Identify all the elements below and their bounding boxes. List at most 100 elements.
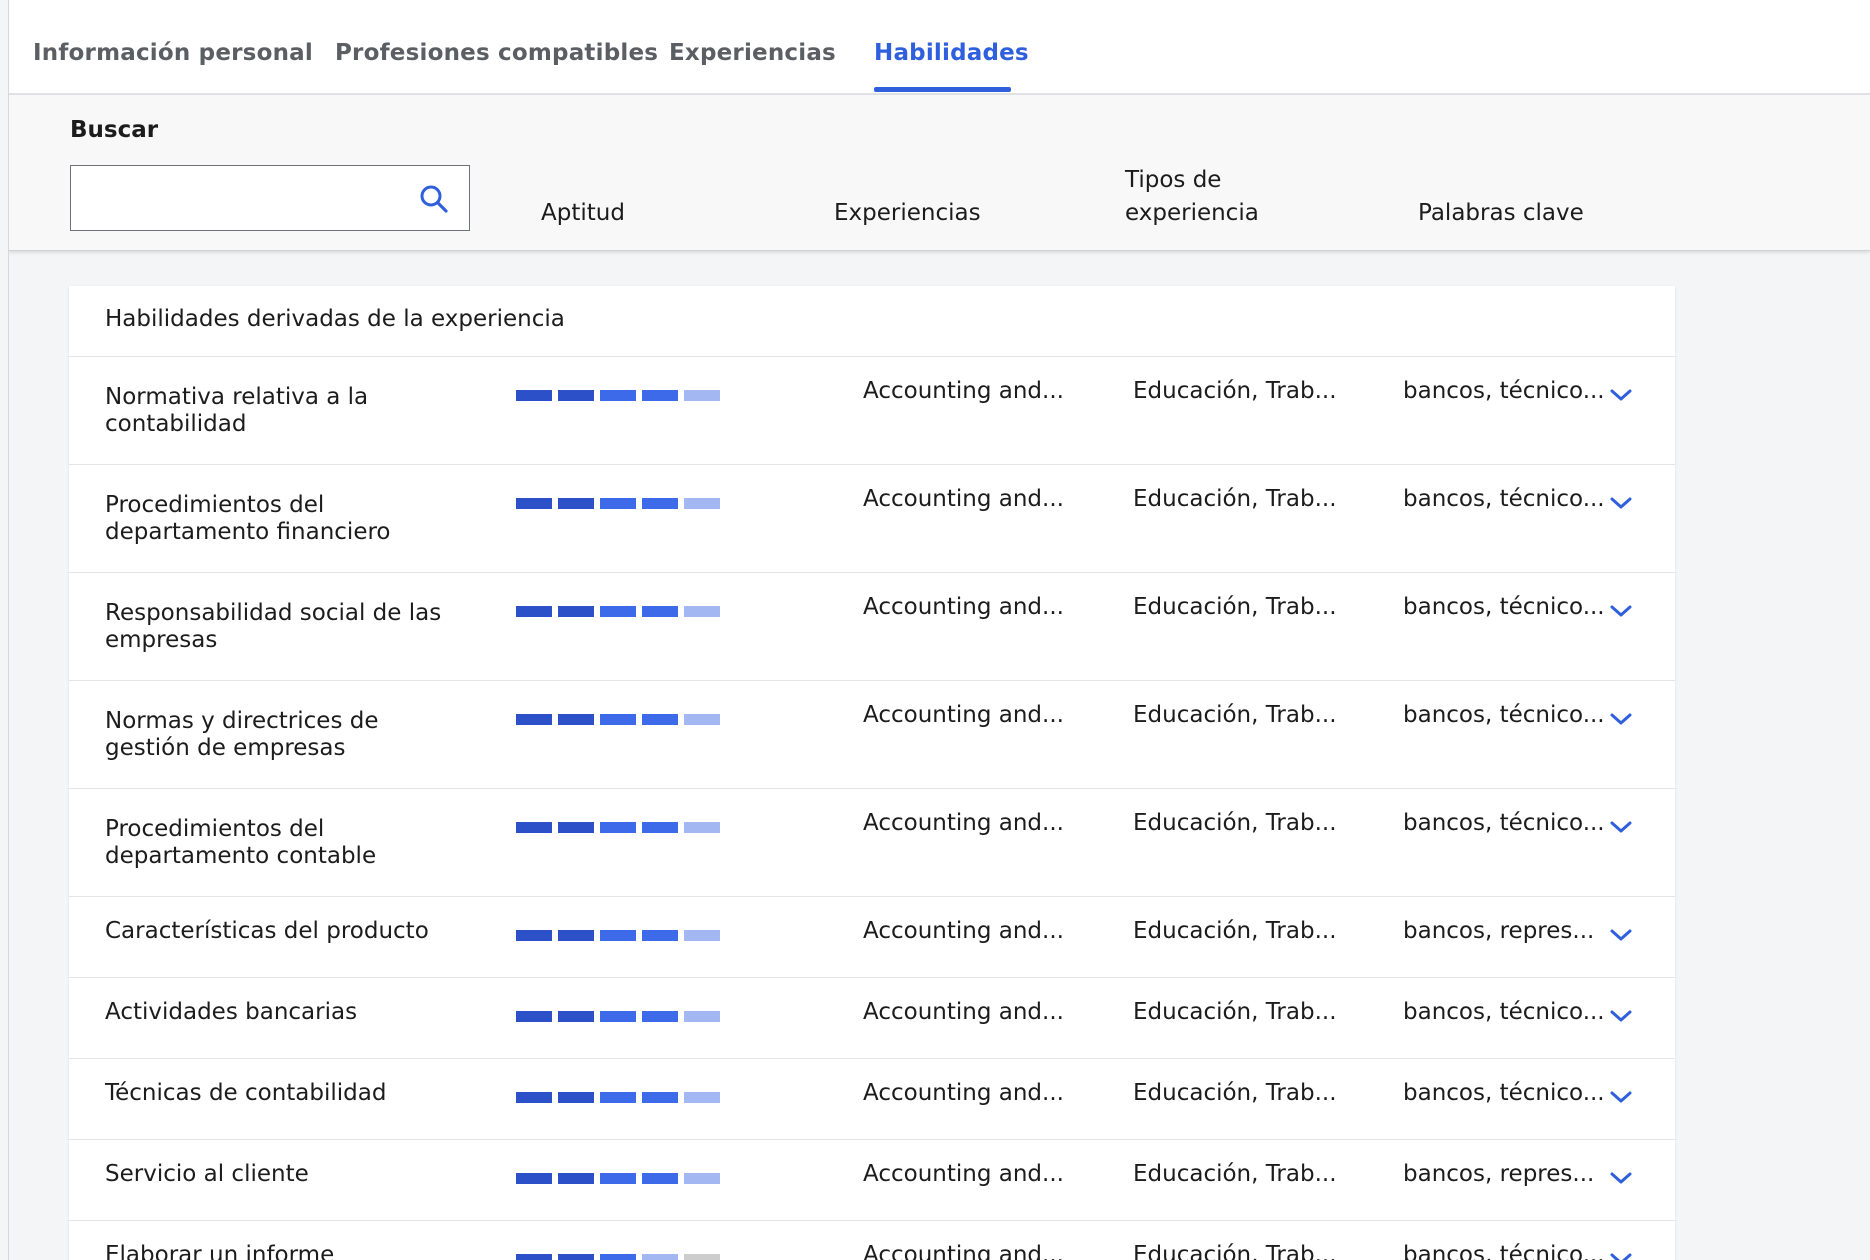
chevron-down-icon[interactable] — [1609, 1251, 1633, 1260]
aptitude-meter — [516, 498, 720, 509]
keywords-cell: bancos, técnico... — [1403, 594, 1605, 620]
keywords-cell: bancos, técnico... — [1403, 1080, 1605, 1106]
tab-skills[interactable]: Habilidades — [874, 40, 1029, 66]
aptitude-segment — [516, 1173, 552, 1184]
skill-name: Responsabilidad social de las empresas — [105, 600, 442, 653]
aptitude-segment — [684, 1011, 720, 1022]
experiences-cell: Accounting and... — [863, 1080, 1064, 1106]
aptitude-segment — [558, 1092, 594, 1103]
skills-card: Habilidades derivadas de la experiencia … — [69, 286, 1675, 1260]
aptitude-meter — [516, 822, 720, 833]
chevron-down-icon[interactable] — [1609, 1008, 1633, 1024]
aptitude-segment — [642, 1011, 678, 1022]
experience-types-cell: Educación, Trab... — [1133, 1080, 1337, 1106]
tab-personal-info[interactable]: Información personal — [33, 40, 313, 66]
aptitude-segment — [516, 822, 552, 833]
keywords-cell: bancos, técnico... — [1403, 999, 1605, 1025]
column-header-aptitude[interactable]: Aptitud — [541, 197, 625, 230]
table-row[interactable]: Características del producto Accounting a… — [69, 897, 1675, 978]
column-header-experience-types-line1: Tipos de — [1125, 167, 1222, 193]
experiences-cell: Accounting and... — [863, 918, 1064, 944]
keywords-cell: bancos, repres... — [1403, 1161, 1595, 1187]
aptitude-segment — [684, 606, 720, 617]
aptitude-segment — [558, 390, 594, 401]
aptitude-segment — [516, 498, 552, 509]
aptitude-segment — [684, 1092, 720, 1103]
aptitude-meter — [516, 1254, 720, 1260]
keywords-cell: bancos, repres... — [1403, 918, 1595, 944]
table-row[interactable]: Responsabilidad social de las empresas Ac… — [69, 573, 1675, 681]
aptitude-segment — [684, 1254, 720, 1260]
chevron-down-icon[interactable] — [1609, 711, 1633, 727]
aptitude-segment — [642, 1092, 678, 1103]
table-row[interactable]: Normas y directrices de gestión de empre… — [69, 681, 1675, 789]
aptitude-segment — [684, 498, 720, 509]
experiences-cell: Accounting and... — [863, 378, 1064, 404]
aptitude-meter — [516, 714, 720, 725]
skill-name: Procedimientos del departamento contable — [105, 816, 377, 869]
aptitude-meter — [516, 1173, 720, 1184]
experience-types-cell: Educación, Trab... — [1133, 918, 1337, 944]
aptitude-segment — [642, 822, 678, 833]
column-header-experience-types[interactable]: Tipos de experiencia — [1125, 164, 1259, 230]
card-title: Habilidades derivadas de la experiencia — [105, 306, 565, 332]
aptitude-segment — [558, 498, 594, 509]
aptitude-segment — [600, 606, 636, 617]
chevron-down-icon[interactable] — [1609, 495, 1633, 511]
aptitude-segment — [558, 714, 594, 725]
experience-types-cell: Educación, Trab... — [1133, 1242, 1337, 1260]
tab-compatible-professions[interactable]: Profesiones compatibles — [335, 40, 658, 66]
search-box — [70, 165, 470, 231]
experience-types-cell: Educación, Trab... — [1133, 810, 1337, 836]
search-input[interactable] — [71, 166, 401, 230]
aptitude-segment — [642, 930, 678, 941]
keywords-cell: bancos, técnico... — [1403, 810, 1605, 836]
filter-header: Buscar Aptitud Experiencias Tipos de exp… — [9, 95, 1870, 251]
table-row[interactable]: Actividades bancarias Accounting and... Ed… — [69, 978, 1675, 1059]
aptitude-segment — [600, 498, 636, 509]
column-header-keywords[interactable]: Palabras clave — [1418, 197, 1584, 230]
experiences-cell: Accounting and... — [863, 1242, 1064, 1260]
aptitude-segment — [600, 1173, 636, 1184]
aptitude-segment — [558, 606, 594, 617]
table-row[interactable]: Elaborar un informe Accounting and... Educ… — [69, 1221, 1675, 1260]
aptitude-segment — [516, 1011, 552, 1022]
aptitude-segment — [642, 714, 678, 725]
skill-name: Servicio al cliente — [105, 1161, 309, 1187]
tab-experiences[interactable]: Experiencias — [669, 40, 836, 66]
chevron-down-icon[interactable] — [1609, 927, 1633, 943]
table-row[interactable]: Técnicas de contabilidad Accounting and..… — [69, 1059, 1675, 1140]
tab-bar: Información personal Profesiones compati… — [9, 0, 1870, 95]
chevron-down-icon[interactable] — [1609, 387, 1633, 403]
aptitude-segment — [516, 1092, 552, 1103]
chevron-down-icon[interactable] — [1609, 603, 1633, 619]
table-row[interactable]: Normativa relativa a la contabilidad Acco… — [69, 357, 1675, 465]
aptitude-segment — [642, 390, 678, 401]
keywords-cell: bancos, técnico... — [1403, 1242, 1605, 1260]
experiences-cell: Accounting and... — [863, 999, 1064, 1025]
experience-types-cell: Educación, Trab... — [1133, 702, 1337, 728]
aptitude-meter — [516, 1011, 720, 1022]
aptitude-segment — [600, 390, 636, 401]
skill-name: Características del producto — [105, 918, 429, 944]
aptitude-segment — [516, 714, 552, 725]
aptitude-segment — [516, 1254, 552, 1260]
aptitude-segment — [642, 1254, 678, 1260]
table-row[interactable]: Procedimientos del departamento financie… — [69, 465, 1675, 573]
aptitude-segment — [600, 822, 636, 833]
column-header-experience-types-line2: experiencia — [1125, 200, 1259, 226]
search-icon[interactable] — [418, 183, 450, 215]
chevron-down-icon[interactable] — [1609, 1089, 1633, 1105]
aptitude-segment — [684, 930, 720, 941]
aptitude-segment — [684, 1173, 720, 1184]
table-row[interactable]: Servicio al cliente Accounting and... Educ… — [69, 1140, 1675, 1221]
experience-types-cell: Educación, Trab... — [1133, 486, 1337, 512]
chevron-down-icon[interactable] — [1609, 1170, 1633, 1186]
aptitude-meter — [516, 1092, 720, 1103]
table-row[interactable]: Procedimientos del departamento contable… — [69, 789, 1675, 897]
skill-name: Elaborar un informe — [105, 1242, 335, 1260]
column-header-experiences[interactable]: Experiencias — [834, 197, 981, 230]
chevron-down-icon[interactable] — [1609, 819, 1633, 835]
skill-name: Actividades bancarias — [105, 999, 358, 1025]
aptitude-meter — [516, 930, 720, 941]
